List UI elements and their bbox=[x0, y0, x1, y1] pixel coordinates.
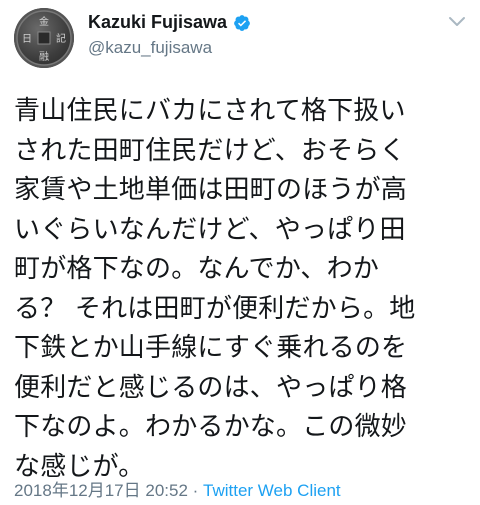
tweet-text-line: 便利だと感じるのは、やっぱり格 bbox=[14, 372, 408, 403]
tweet-text-line: された田町住民だけど、おそらく bbox=[14, 135, 406, 166]
tweet-text-line: 下なのよ。わかるかな。この微妙 bbox=[14, 412, 408, 442]
name-row: Kazuki Fujisawa bbox=[88, 12, 251, 33]
meta-separator: · bbox=[187, 481, 204, 500]
tweet-text-line: 町が格下なの。なんでか、わか bbox=[14, 254, 379, 284]
svg-text:日: 日 bbox=[22, 34, 32, 45]
coin-avatar-icon: 金 融 日 記 bbox=[16, 10, 72, 66]
display-name[interactable]: Kazuki Fujisawa bbox=[88, 12, 227, 33]
svg-text:記: 記 bbox=[56, 32, 66, 45]
avatar[interactable]: 金 融 日 記 bbox=[14, 8, 74, 68]
svg-text:金: 金 bbox=[39, 15, 49, 28]
chevron-down-icon[interactable] bbox=[448, 16, 466, 28]
svg-text:融: 融 bbox=[39, 51, 49, 63]
tweet-text-line: 家賃や土地単価は田町のほうが高 bbox=[14, 175, 408, 205]
tweet-text-line: る？ それは田町が便利だから。地 bbox=[14, 293, 416, 324]
user-handle[interactable]: @kazu_fujisawa bbox=[88, 38, 212, 58]
tweet-card: 金 融 日 記 Kazuki Fujisawa @kazu_fujisawa 青… bbox=[0, 0, 480, 505]
tweet-timestamp[interactable]: 2018年12月17日 20:52 bbox=[14, 481, 188, 500]
tweet-text-line: いぐらいなんだけど、やっぱり田 bbox=[14, 214, 406, 245]
tweet-text-line: 青山住民にバカにされて格下扱い bbox=[14, 96, 406, 126]
tweet-meta: 2018年12月17日 20:52 · Twitter Web Client bbox=[14, 476, 341, 501]
verified-badge-icon bbox=[234, 14, 250, 31]
tweet-text: 青山住民にバカにされて格下扱い された田町住民だけど、おそらく 家賃や土地単価は… bbox=[14, 92, 470, 487]
tweet-source-link[interactable]: Twitter Web Client bbox=[203, 481, 341, 500]
tweet-text-line: 下鉄とか山手線にすぐ乗れるのを bbox=[14, 333, 408, 363]
